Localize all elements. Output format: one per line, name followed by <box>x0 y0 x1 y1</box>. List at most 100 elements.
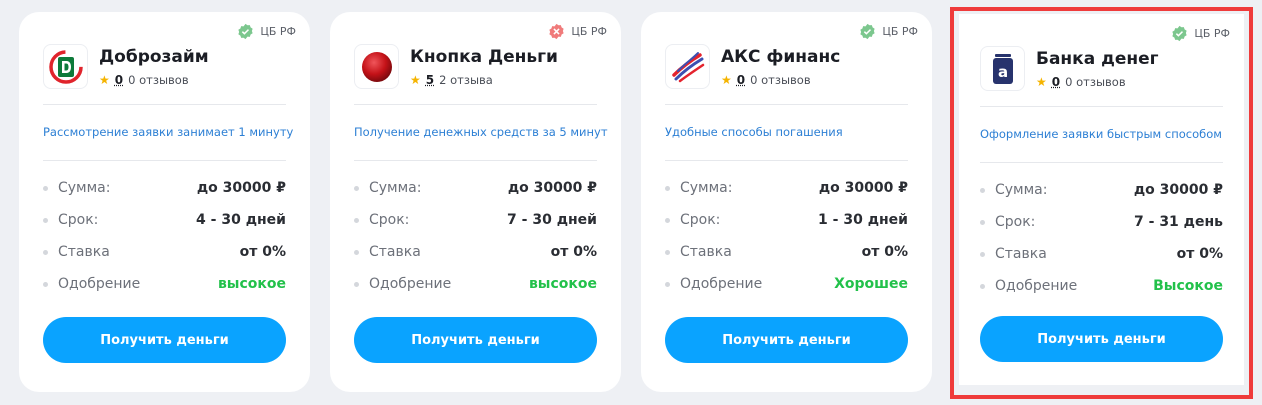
offer-title-block: Доброзайм ★ 0 0 отзывов <box>99 47 209 87</box>
cbr-status: ЦБ РФ <box>237 23 296 40</box>
divider <box>43 160 286 161</box>
offer-header: Кнопка Деньги ★ 5 2 отзыва <box>354 44 558 89</box>
divider <box>980 106 1223 107</box>
rating-score: 0 <box>1051 74 1061 89</box>
term-period: Срок: 4 - 30 дней <box>43 204 286 236</box>
rating-score: 5 <box>425 72 435 87</box>
offer-card-banka-deneg[interactable]: ЦБ РФ a Банка денег ★ 0 0 отзывов Оформл… <box>959 14 1244 385</box>
offer-feature: Оформление заявки быстрым способом <box>980 127 1222 141</box>
knopka-dengi-logo[interactable] <box>354 44 399 89</box>
cbr-label: ЦБ РФ <box>260 25 296 38</box>
bullet-icon <box>980 187 985 193</box>
offer-card-aks-finans[interactable]: ЦБ РФ АКС финанс ★ 0 0 отзывов Удобные с… <box>641 12 932 392</box>
divider <box>665 104 908 105</box>
bullet-icon <box>665 217 670 223</box>
term-rate: Ставка от 0% <box>354 236 597 268</box>
cbr-status: ЦБ РФ <box>859 23 918 40</box>
term-period: Срок: 7 - 30 дней <box>354 204 597 236</box>
offer-feature: Получение денежных средств за 5 минут <box>354 125 608 139</box>
offer-title-block: АКС финанс ★ 0 0 отзывов <box>721 47 840 87</box>
svg-text:a: a <box>997 63 1007 81</box>
bullet-icon <box>43 217 48 223</box>
offer-feature: Удобные способы погашения <box>665 125 843 139</box>
star-icon: ★ <box>1036 74 1047 89</box>
offer-rating: ★ 0 0 отзывов <box>721 73 840 87</box>
cbr-label: ЦБ РФ <box>571 25 607 38</box>
offer-card-knopka-dengi[interactable]: ЦБ РФ Кнопка Деньги ★ 5 2 отзыва Получен… <box>330 12 621 392</box>
offer-name[interactable]: Кнопка Деньги <box>410 47 558 67</box>
bullet-icon <box>354 185 359 191</box>
get-money-button[interactable]: Получить деньги <box>354 317 597 363</box>
bullet-icon <box>354 281 359 287</box>
bullet-icon <box>665 281 670 287</box>
offer-header: АКС финанс ★ 0 0 отзывов <box>665 44 840 89</box>
bullet-icon <box>43 249 48 255</box>
term-rate: Ставка от 0% <box>665 236 908 268</box>
offer-terms: Сумма: до 30000 ₽ Срок: 1 - 30 дней Ставка… <box>665 172 908 300</box>
cbr-label: ЦБ РФ <box>1194 27 1230 40</box>
offers-list: ЦБ РФ Доброзайм ★ 0 0 отзывов Рассмотрен… <box>19 12 932 392</box>
star-icon: ★ <box>99 72 110 87</box>
aks-finans-logo[interactable] <box>665 44 710 89</box>
divider <box>665 160 908 161</box>
term-period: Срок: 1 - 30 дней <box>665 204 908 236</box>
bullet-icon <box>43 185 48 191</box>
offer-card-dobrozaim[interactable]: ЦБ РФ Доброзайм ★ 0 0 отзывов Рассмотрен… <box>19 12 310 392</box>
dobrozaim-logo[interactable] <box>43 44 88 89</box>
bullet-icon <box>980 251 985 257</box>
get-money-button[interactable]: Получить деньги <box>980 316 1223 362</box>
term-amount: Сумма: до 30000 ₽ <box>980 174 1223 206</box>
term-amount: Сумма: до 30000 ₽ <box>665 172 908 204</box>
bullet-icon <box>43 281 48 287</box>
term-amount: Сумма: до 30000 ₽ <box>43 172 286 204</box>
divider <box>354 160 597 161</box>
term-amount: Сумма: до 30000 ₽ <box>354 172 597 204</box>
offer-name[interactable]: Банка денег <box>1036 49 1159 69</box>
offer-feature: Рассмотрение заявки занимает 1 минуту <box>43 125 294 139</box>
term-approval: Одобрение высокое <box>354 268 597 300</box>
offer-rating: ★ 0 0 отзывов <box>99 73 209 87</box>
reviews-link[interactable]: 0 отзывов <box>128 73 189 87</box>
rating-score: 0 <box>736 72 746 87</box>
star-icon: ★ <box>410 72 421 87</box>
term-rate: Ставка от 0% <box>43 236 286 268</box>
divider <box>980 162 1223 163</box>
offer-title-block: Банка денег ★ 0 0 отзывов <box>1036 49 1159 89</box>
rating-score: 0 <box>114 72 124 87</box>
divider <box>43 104 286 105</box>
offer-title-block: Кнопка Деньги ★ 5 2 отзыва <box>410 47 558 87</box>
offer-rating: ★ 0 0 отзывов <box>1036 75 1159 89</box>
offer-rating: ★ 5 2 отзыва <box>410 73 558 87</box>
offer-terms: Сумма: до 30000 ₽ Срок: 7 - 31 день Ставка… <box>980 174 1223 302</box>
bullet-icon <box>665 185 670 191</box>
offer-terms: Сумма: до 30000 ₽ Срок: 7 - 30 дней Ставка… <box>354 172 597 300</box>
offer-name[interactable]: АКС финанс <box>721 47 840 67</box>
cbr-status: ЦБ РФ <box>548 23 607 40</box>
get-money-button[interactable]: Получить деньги <box>43 317 286 363</box>
reviews-link[interactable]: 0 отзывов <box>1065 75 1126 89</box>
offer-name[interactable]: Доброзайм <box>99 47 209 67</box>
bullet-icon <box>980 283 985 289</box>
check-badge-icon <box>859 23 876 40</box>
cbr-status: ЦБ РФ <box>1171 25 1230 42</box>
check-badge-icon <box>1171 25 1188 42</box>
star-icon: ★ <box>721 72 732 87</box>
bullet-icon <box>354 249 359 255</box>
highlight-frame: ЦБ РФ a Банка денег ★ 0 0 отзывов Оформл… <box>950 7 1253 399</box>
get-money-button[interactable]: Получить деньги <box>665 317 908 363</box>
check-badge-icon <box>237 23 254 40</box>
offer-terms: Сумма: до 30000 ₽ Срок: 4 - 30 дней Ставка… <box>43 172 286 300</box>
bullet-icon <box>980 219 985 225</box>
reviews-link[interactable]: 2 отзыва <box>439 73 493 87</box>
term-rate: Ставка от 0% <box>980 238 1223 270</box>
term-period: Срок: 7 - 31 день <box>980 206 1223 238</box>
term-approval: Одобрение Высокое <box>980 270 1223 302</box>
term-approval: Одобрение Хорошее <box>665 268 908 300</box>
term-approval: Одобрение высокое <box>43 268 286 300</box>
reviews-link[interactable]: 0 отзывов <box>750 73 811 87</box>
divider <box>354 104 597 105</box>
offer-header: Доброзайм ★ 0 0 отзывов <box>43 44 209 89</box>
banka-deneg-logo[interactable]: a <box>980 46 1025 91</box>
bullet-icon <box>665 249 670 255</box>
cross-badge-icon <box>548 23 565 40</box>
